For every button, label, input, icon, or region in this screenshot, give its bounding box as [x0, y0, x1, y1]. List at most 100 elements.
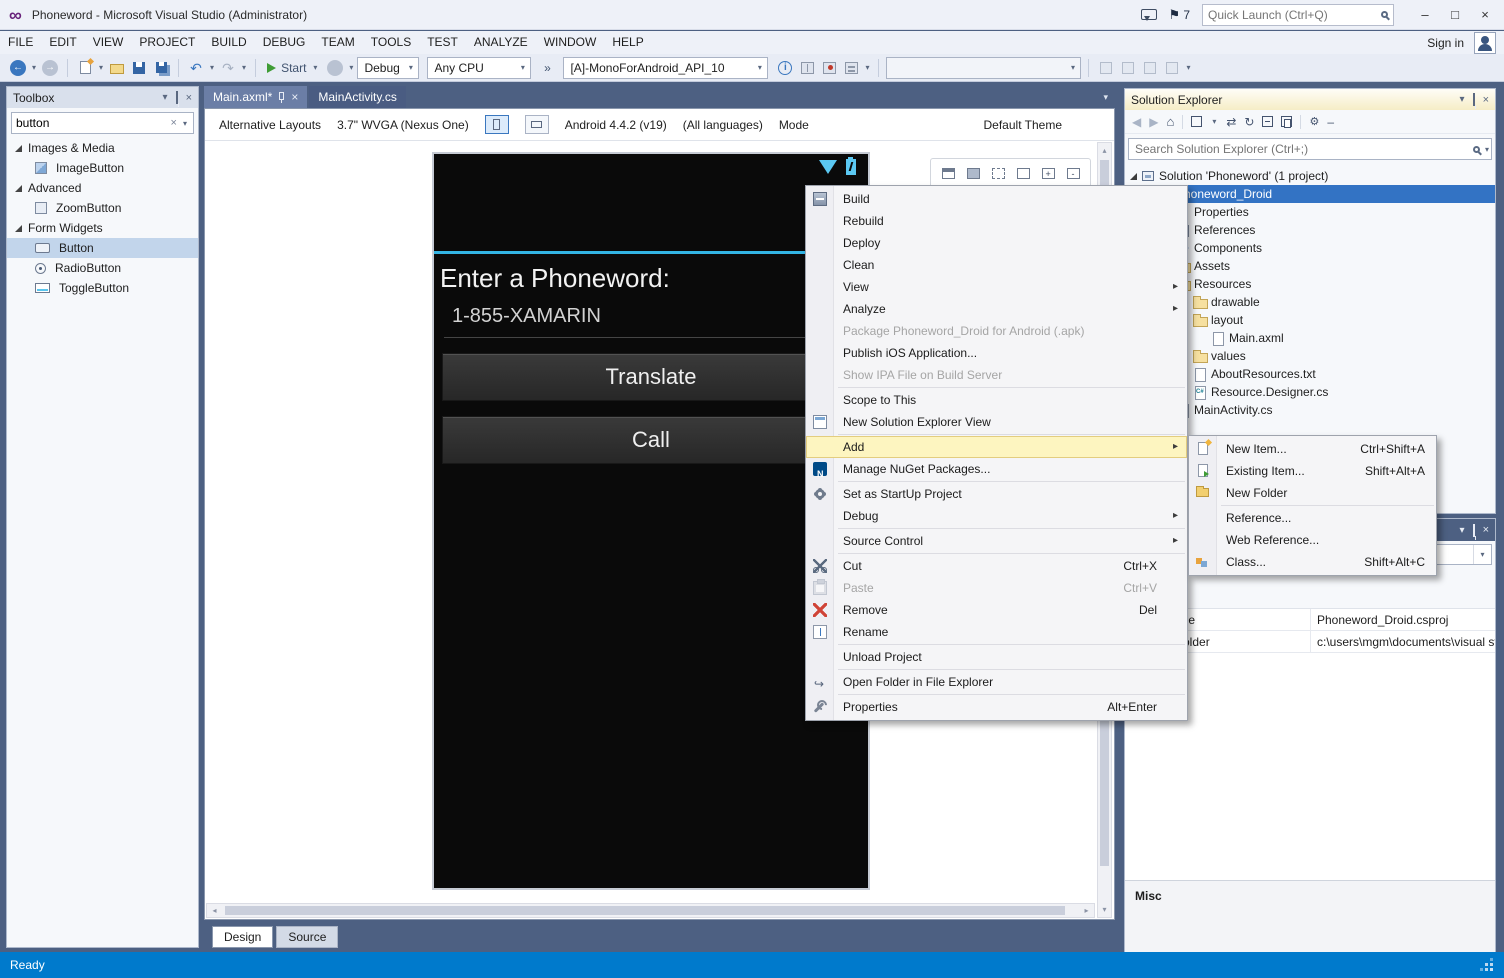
chevron-down-icon[interactable]: ▾ — [1483, 145, 1491, 154]
zoom-out-button[interactable] — [1062, 162, 1084, 184]
chevron-down-icon[interactable]: ▾ — [1460, 525, 1465, 536]
portrait-orientation-button[interactable] — [485, 115, 509, 134]
sign-in-link[interactable]: Sign in — [1427, 36, 1464, 50]
new-file-button[interactable] — [75, 57, 95, 79]
diagram-view-button[interactable] — [937, 162, 959, 184]
chevron-down-icon[interactable]: ▾ — [1460, 94, 1465, 105]
menu-analyze[interactable]: ANALYZE — [466, 31, 536, 54]
context-menu-item-rebuild[interactable]: Rebuild — [806, 210, 1187, 232]
translate-button[interactable]: Translate — [442, 353, 860, 401]
device-log-button[interactable] — [797, 57, 817, 79]
scope-icon[interactable] — [1191, 116, 1202, 127]
tree-item-solution[interactable]: Solution 'Phoneword' (1 project) — [1125, 167, 1495, 185]
sync-icon[interactable]: ⇄ — [1226, 115, 1236, 129]
chevron-down-icon[interactable]: ▾ — [163, 92, 168, 103]
navigate-back-button[interactable]: ← — [8, 57, 28, 79]
new-file-dropdown-icon[interactable]: ▾ — [97, 63, 105, 72]
run-target-button[interactable] — [325, 57, 345, 79]
menu-debug[interactable]: DEBUG — [255, 31, 314, 54]
menu-project[interactable]: PROJECT — [131, 31, 203, 54]
context-menu-item-open-folder[interactable]: Open Folder in File Explorer — [806, 671, 1187, 693]
pin-icon[interactable] — [176, 92, 178, 103]
refresh-icon[interactable]: ↻ — [1244, 115, 1254, 129]
scroll-up-icon[interactable]: ▴ — [1098, 143, 1111, 158]
navigate-back-dropdown-icon[interactable]: ▾ — [30, 63, 38, 72]
forward-icon[interactable]: ▶ — [1149, 115, 1158, 129]
solution-explorer-search-box[interactable]: ▾ — [1128, 138, 1492, 160]
toolbox-item-button[interactable]: Button — [7, 238, 198, 258]
context-menu-item-view[interactable]: View — [806, 276, 1187, 298]
call-button[interactable]: Call — [442, 416, 860, 464]
toolbox-item-togglebutton[interactable]: ToggleButton — [7, 278, 198, 298]
close-icon[interactable]: × — [1483, 524, 1489, 536]
device-info-button[interactable] — [775, 57, 795, 79]
user-avatar-icon[interactable] — [1474, 32, 1496, 54]
context-menu-item-remove[interactable]: RemoveDel — [806, 599, 1187, 621]
feedback-icon[interactable] — [1141, 9, 1157, 20]
quick-launch-box[interactable] — [1202, 4, 1394, 26]
toolbox-item-imagebutton[interactable]: ImageButton — [7, 158, 198, 178]
properties-icon[interactable]: ⚙ — [1309, 115, 1319, 128]
designer-horizontal-scrollbar[interactable]: ◂ ▸ — [206, 903, 1095, 918]
tab-main-axml[interactable]: Main.axml* × — [204, 86, 307, 108]
close-icon[interactable]: × — [186, 92, 192, 104]
menu-tools[interactable]: TOOLS — [363, 31, 419, 54]
device-select[interactable]: [A]-MonoForAndroid_API_10 ▾ — [563, 57, 768, 79]
pin-icon[interactable] — [1473, 94, 1475, 105]
context-menu-item-rename[interactable]: Rename — [806, 621, 1187, 643]
undo-dropdown-icon[interactable]: ▾ — [208, 63, 216, 72]
toolbox-group-form-widgets[interactable]: Form Widgets — [7, 218, 198, 238]
alternative-layouts-button[interactable]: Alternative Layouts — [219, 118, 321, 132]
collapse-all-icon[interactable] — [1262, 116, 1273, 127]
context-menu-item-add[interactable]: Add — [806, 436, 1187, 458]
show-all-files-icon[interactable] — [1281, 116, 1292, 127]
context-menu-item-build[interactable]: Build — [806, 188, 1187, 210]
close-icon[interactable]: × — [1483, 94, 1489, 106]
clear-search-icon[interactable]: × — [167, 117, 181, 129]
open-file-button[interactable] — [107, 57, 127, 79]
context-menu-item-deploy[interactable]: Deploy — [806, 232, 1187, 254]
scroll-down-icon[interactable]: ▾ — [1098, 902, 1111, 917]
home-icon[interactable]: ⌂ — [1166, 114, 1174, 129]
toolbox-item-zoombutton[interactable]: ZoomButton — [7, 198, 198, 218]
actual-size-button[interactable] — [1012, 162, 1034, 184]
pin-icon[interactable] — [279, 92, 284, 100]
close-icon[interactable]: × — [291, 91, 298, 103]
menu-build[interactable]: BUILD — [203, 31, 254, 54]
context-menu-item-set-as-startup[interactable]: Set as StartUp Project — [806, 483, 1187, 505]
zoom-in-button[interactable] — [1037, 162, 1059, 184]
quick-launch-input[interactable] — [1208, 8, 1381, 22]
menu-team[interactable]: TEAM — [313, 31, 362, 54]
toolbox-group-images-media[interactable]: Images & Media — [7, 138, 198, 158]
toolbar-group-dropdown-icon[interactable]: ▾ — [863, 63, 871, 72]
chevron-down-icon[interactable]: ▾ — [181, 119, 189, 128]
toolbar-overflow-icon[interactable]: ▾ — [1184, 63, 1192, 72]
toolbox-group-advanced[interactable]: Advanced — [7, 178, 198, 198]
surface-view-button[interactable] — [962, 162, 984, 184]
device-frame-select[interactable]: 3.7" WVGA (Nexus One) — [337, 118, 469, 132]
submenu-item-existing-item[interactable]: Existing Item...Shift+Alt+A — [1189, 460, 1436, 482]
horizontal-scroll-thumb[interactable] — [225, 906, 1065, 915]
context-menu-item-analyze[interactable]: Analyze — [806, 298, 1187, 320]
minimize-button[interactable]: – — [1410, 2, 1440, 28]
preview-selected-icon[interactable]: – — [1327, 115, 1334, 129]
menu-view[interactable]: VIEW — [85, 31, 132, 54]
submenu-item-reference[interactable]: Reference... — [1189, 507, 1436, 529]
chevron-down-icon[interactable]: ▾ — [1210, 117, 1218, 126]
configuration-select[interactable]: Debug ▾ — [357, 57, 419, 79]
phoneword-heading-textview[interactable]: Enter a Phoneword: — [434, 254, 868, 294]
submenu-item-new-folder[interactable]: New Folder — [1189, 482, 1436, 504]
save-button[interactable] — [129, 57, 149, 79]
menu-edit[interactable]: EDIT — [41, 31, 84, 54]
submenu-item-web-reference[interactable]: Web Reference... — [1189, 529, 1436, 551]
context-menu-item-properties[interactable]: PropertiesAlt+Enter — [806, 696, 1187, 718]
context-menu-item-source-control[interactable]: Source Control — [806, 530, 1187, 552]
menu-file[interactable]: FILE — [0, 31, 41, 54]
notifications-flag[interactable]: ⚑ 7 — [1169, 7, 1190, 23]
back-icon[interactable]: ◀ — [1132, 115, 1141, 129]
context-menu-item-clean[interactable]: Clean — [806, 254, 1187, 276]
platform-select[interactable]: Any CPU ▾ — [427, 57, 531, 79]
keyboard-button[interactable] — [841, 57, 861, 79]
context-menu-item-publish-ios[interactable]: Publish iOS Application... — [806, 342, 1187, 364]
context-menu-item-new-solution-explorer-view[interactable]: New Solution Explorer View — [806, 411, 1187, 433]
